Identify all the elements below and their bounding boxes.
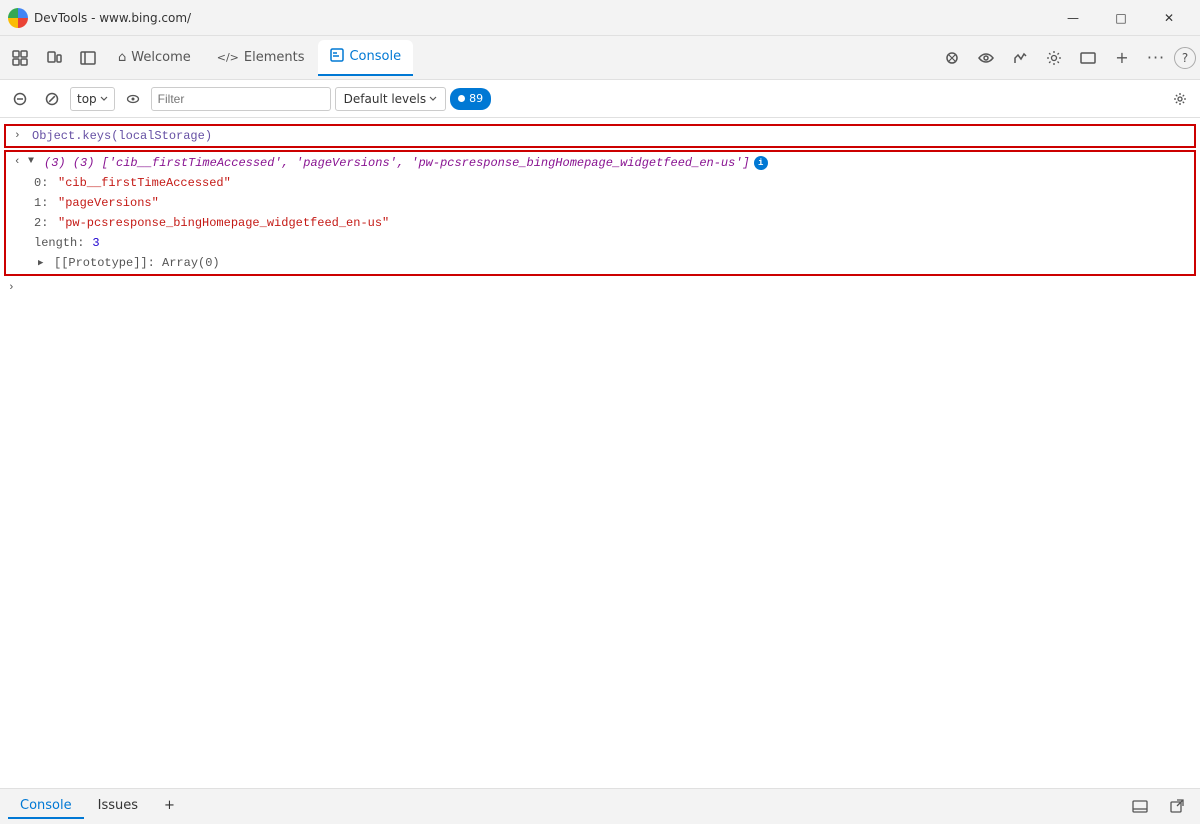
console-toolbar: top Default levels 89 [0, 80, 1200, 118]
devtools-logo [8, 8, 28, 28]
levels-selector[interactable]: Default levels [335, 87, 446, 111]
inspect-icon[interactable] [4, 42, 36, 74]
result-prototype-line: ▶ [[Prototype]]: Array(0) [6, 254, 1194, 272]
next-input-line[interactable]: › [0, 278, 1200, 298]
settings-icon[interactable] [1038, 42, 1070, 74]
bottom-tab-issues[interactable]: Issues [86, 794, 150, 819]
more-icon[interactable]: ··· [1140, 42, 1172, 74]
expand-triangle[interactable]: ▼ [28, 156, 40, 167]
console-command-text: Object.keys(localStorage) [32, 129, 212, 143]
summary-count: (3) [44, 156, 73, 170]
result-value-0: "cib__firstTimeAccessed" [58, 176, 231, 190]
result-back-arrow: ‹ [14, 156, 24, 168]
result-item-2: 2: "pw-pcsresponse_bingHomepage_widgetfe… [6, 214, 1194, 234]
console-input-line: › Object.keys(localStorage) [4, 124, 1196, 148]
add-tab-icon[interactable]: + [1106, 42, 1138, 74]
context-selector[interactable]: top [70, 87, 115, 111]
block-icon[interactable] [38, 85, 66, 113]
tab-console-label: Console [349, 49, 401, 64]
info-icon[interactable]: i [754, 156, 768, 170]
tab-elements-label: Elements [244, 50, 305, 65]
bottombar-right [1124, 791, 1192, 823]
browser-icon[interactable] [1072, 42, 1104, 74]
result-value-2: "pw-pcsresponse_bingHomepage_widgetfeed_… [58, 216, 389, 230]
network-icon[interactable] [970, 42, 1002, 74]
result-index-1: 1: [34, 196, 54, 210]
message-count-badge: 89 [450, 88, 491, 110]
help-icon[interactable]: ? [1174, 47, 1196, 69]
eye-icon[interactable] [119, 85, 147, 113]
badge-count: 89 [469, 92, 483, 105]
levels-label: Default levels [344, 92, 426, 106]
bottom-add-icon: + [164, 798, 175, 813]
bottom-tab-console[interactable]: Console [8, 794, 84, 819]
badge-dot [458, 95, 465, 102]
minimize-button[interactable]: — [1050, 2, 1096, 34]
close-button[interactable]: ✕ [1146, 2, 1192, 34]
console-area: › Object.keys(localStorage) ‹ ▼ (3) (3) … [0, 118, 1200, 788]
bottom-console-label: Console [20, 798, 72, 813]
clear-console-button[interactable] [6, 85, 34, 113]
tab-welcome[interactable]: ⌂ Welcome [106, 40, 203, 76]
summary-values: (3) ['cib__firstTimeAccessed', 'pageVers… [73, 156, 750, 170]
input-chevron: › [14, 130, 26, 142]
length-label: length: [34, 236, 84, 250]
tab-welcome-label: Welcome [131, 50, 190, 65]
debug-icon[interactable] [936, 42, 968, 74]
toolbar-right [1166, 85, 1194, 113]
result-index-2: 2: [34, 216, 54, 230]
prototype-label: [[Prototype]]: Array(0) [54, 256, 220, 270]
console-result-block: ‹ ▼ (3) (3) ['cib__firstTimeAccessed', '… [4, 150, 1196, 276]
bottom-issues-label: Issues [98, 798, 138, 813]
tab-elements[interactable]: </> Elements [205, 40, 317, 76]
settings-gear-icon[interactable] [1166, 85, 1194, 113]
tabbar: ⌂ Welcome </> Elements Console + ··· ? [0, 36, 1200, 80]
bottombar: Console Issues + [0, 788, 1200, 824]
device-icon[interactable] [38, 42, 70, 74]
tabbar-right: + ··· ? [936, 42, 1196, 74]
titlebar-left: DevTools - www.bing.com/ [8, 8, 191, 28]
result-item-1: 1: "pageVersions" [6, 194, 1194, 214]
maximize-button[interactable]: □ [1098, 2, 1144, 34]
next-chevron: › [8, 282, 15, 294]
result-item-0: 0: "cib__firstTimeAccessed" [6, 174, 1194, 194]
length-value: 3 [92, 236, 99, 250]
titlebar: DevTools - www.bing.com/ — □ ✕ [0, 0, 1200, 36]
home-icon: ⌂ [118, 50, 126, 65]
result-value-1: "pageVersions" [58, 196, 159, 210]
filter-input[interactable] [151, 87, 331, 111]
result-summary-text: (3) (3) ['cib__firstTimeAccessed', 'page… [44, 156, 750, 170]
dock-icon[interactable] [1124, 791, 1156, 823]
console-icon [330, 48, 344, 66]
result-summary-line: ‹ ▼ (3) (3) ['cib__firstTimeAccessed', '… [6, 154, 1194, 174]
bottom-add-tab[interactable]: + [152, 794, 187, 819]
tab-console[interactable]: Console [318, 40, 413, 76]
elements-icon: </> [217, 51, 239, 64]
performance-icon[interactable] [1004, 42, 1036, 74]
result-length-line: length: 3 [6, 234, 1194, 254]
prototype-expand-icon[interactable]: ▶ [38, 258, 50, 268]
titlebar-controls: — □ ✕ [1050, 2, 1192, 34]
undock-icon[interactable] [1160, 791, 1192, 823]
sidebar-icon[interactable] [72, 42, 104, 74]
context-label: top [77, 92, 97, 106]
result-index-0: 0: [34, 176, 54, 190]
titlebar-title: DevTools - www.bing.com/ [34, 11, 191, 25]
